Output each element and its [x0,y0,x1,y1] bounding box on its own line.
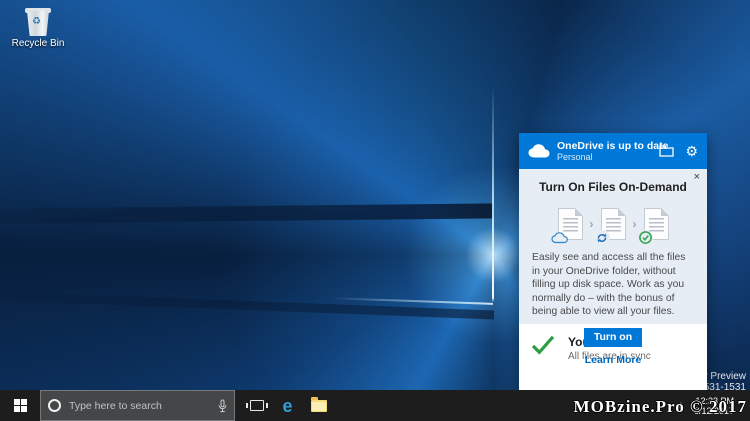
recycle-bin-shortcut[interactable]: ♻ Recycle Bin [6,6,70,49]
check-badge-icon [638,230,653,245]
onedrive-cloud-icon [528,144,550,158]
success-check-icon [531,335,555,355]
files-on-demand-promo: × Turn On Files On-Demand › [519,169,707,324]
sync-badge-icon [595,230,610,245]
online-file-icon [558,208,583,240]
chevron-right-icon: › [590,217,594,231]
search-placeholder: Type here to search [69,400,218,412]
edge-icon: e [282,397,292,415]
settings-gear-icon[interactable]: ⚙ [685,144,698,158]
edge-browser-button[interactable]: e [272,390,303,421]
taskbar-search-input[interactable]: Type here to search [40,390,235,421]
wallpaper-window-edge [492,86,494,302]
chevron-right-icon: › [633,217,637,231]
onedrive-status-title: OneDrive is up to date [557,140,659,152]
start-button[interactable] [0,390,40,421]
windows-logo-icon [14,399,27,412]
learn-more-link[interactable]: Learn More [519,354,707,366]
microphone-icon[interactable] [218,399,227,413]
synced-file-icon [644,208,669,240]
recycle-bin-label: Recycle Bin [6,38,70,49]
file-explorer-button[interactable] [303,390,334,421]
promo-description: Easily see and access all the files in y… [532,251,694,319]
task-view-button[interactable] [241,390,272,421]
cortana-icon [48,399,61,412]
cloud-badge-icon [551,231,568,244]
onedrive-header: OneDrive is up to date Personal ⚙ [519,133,707,169]
onedrive-account-type: Personal [557,152,659,163]
close-icon[interactable]: × [694,172,700,183]
site-watermark: MOBzine.Pro © 2017 [574,397,747,417]
promo-title: Turn On Files On-Demand [519,169,707,194]
onedrive-flyout: OneDrive is up to date Personal ⚙ × Turn… [519,133,707,390]
turn-on-button[interactable]: Turn on [584,328,642,347]
file-explorer-icon [311,400,327,412]
files-on-demand-illustration: › › [519,203,707,245]
recycle-bin-icon: ♻ [25,6,51,36]
task-view-icon [250,400,264,411]
open-folder-icon[interactable] [659,145,674,157]
syncing-file-icon [601,208,626,240]
